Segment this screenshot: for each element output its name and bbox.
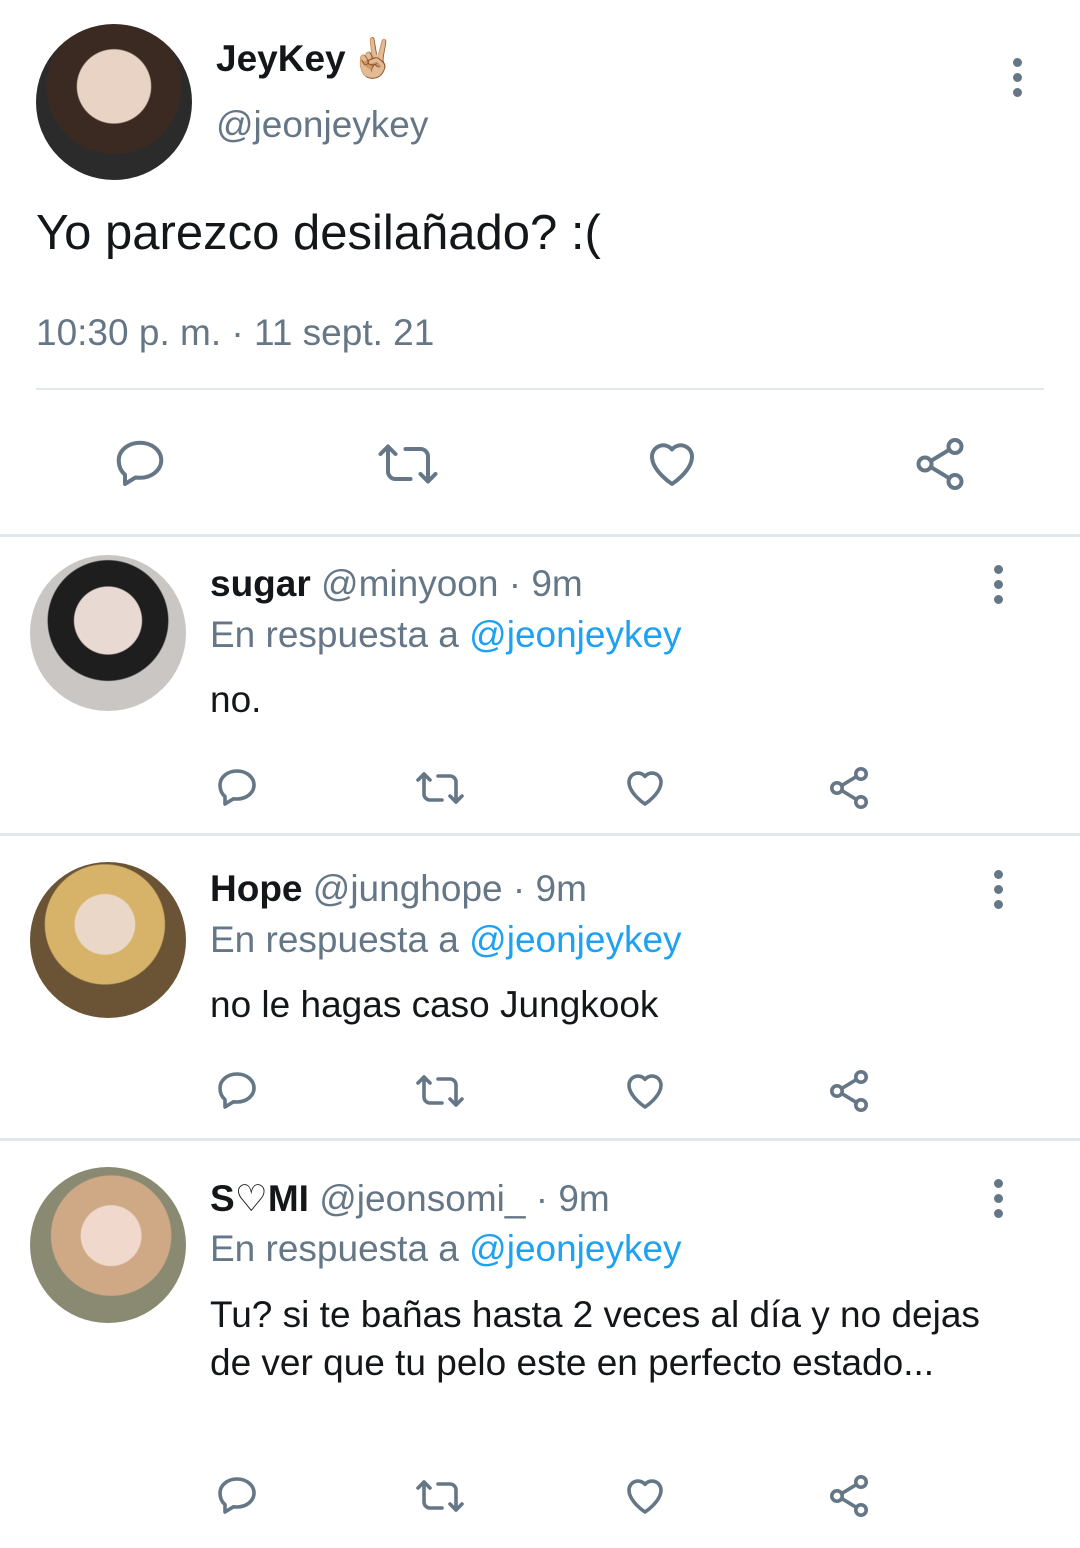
reply-tweet[interactable]: Hope @junghope · 9m En respuesta a @jeon… <box>0 836 1080 1138</box>
retweet-icon[interactable] <box>412 1066 468 1116</box>
in-reply-to: En respuesta a @jeonjeykey <box>210 919 682 961</box>
avatar[interactable] <box>36 24 192 180</box>
author-name[interactable]: JeyKey <box>216 38 346 80</box>
reply-time: · 9m <box>512 868 587 909</box>
reply-time: · 9m <box>535 1178 610 1219</box>
share-icon[interactable] <box>824 1471 874 1521</box>
reply-author-handle[interactable]: @junghope <box>313 868 503 909</box>
reply-text: no le hagas caso Jungkook <box>210 984 659 1025</box>
more-options-icon[interactable] <box>992 870 1004 909</box>
reply-header: S♡MI @jeonsomi_ · 9m <box>210 1177 610 1220</box>
share-icon[interactable] <box>824 763 874 813</box>
in-reply-label: En respuesta a <box>210 919 459 960</box>
reply-author-name[interactable]: sugar <box>210 563 311 604</box>
mention-link[interactable]: @jeonjeykey <box>469 919 681 960</box>
avatar[interactable] <box>30 555 186 711</box>
like-icon[interactable] <box>620 1471 670 1521</box>
reply-author-name[interactable]: Hope <box>210 868 303 909</box>
avatar[interactable] <box>30 862 186 1018</box>
main-tweet: JeyKey ✌🏼 @jeonjeykey Yo parezco desilañ… <box>0 0 1080 530</box>
reply-icon[interactable] <box>212 763 262 813</box>
retweet-icon[interactable] <box>372 432 444 496</box>
tweet-timestamp[interactable]: 10:30 p. m. · 11 sept. 21 <box>36 312 434 354</box>
more-options-icon[interactable] <box>1011 58 1023 97</box>
in-reply-to: En respuesta a @jeonjeykey <box>210 1228 682 1270</box>
author-row: JeyKey ✌🏼 <box>216 38 397 80</box>
reply-header: sugar @minyoon · 9m <box>210 563 583 605</box>
reply-header: Hope @junghope · 9m <box>210 868 587 910</box>
peace-sign-emoji: ✌🏼 <box>349 38 397 80</box>
in-reply-to: En respuesta a @jeonjeykey <box>210 614 682 656</box>
reply-author-handle[interactable]: @jeonsomi_ <box>319 1178 525 1219</box>
reply-time: · 9m <box>508 563 583 604</box>
reply-text: no. <box>210 679 262 720</box>
reply-author-handle[interactable]: @minyoon <box>321 563 498 604</box>
reply-tweet[interactable]: sugar @minyoon · 9m En respuesta a @jeon… <box>0 537 1080 833</box>
share-icon[interactable] <box>908 432 972 496</box>
like-icon[interactable] <box>620 1066 670 1116</box>
reply-tweet[interactable]: S♡MI @jeonsomi_ · 9m En respuesta a @jeo… <box>0 1141 1080 1548</box>
mention-link[interactable]: @jeonjeykey <box>469 614 681 655</box>
in-reply-label: En respuesta a <box>210 1228 459 1269</box>
avatar[interactable] <box>30 1167 186 1323</box>
like-icon[interactable] <box>640 432 704 496</box>
like-icon[interactable] <box>620 763 670 813</box>
more-options-icon[interactable] <box>992 1179 1004 1218</box>
reply-icon[interactable] <box>108 432 172 496</box>
mention-link[interactable]: @jeonjeykey <box>469 1228 681 1269</box>
tweet-text: Yo parezco desilañado? :( <box>36 206 601 260</box>
in-reply-label: En respuesta a <box>210 614 459 655</box>
retweet-icon[interactable] <box>412 763 468 813</box>
reply-text: Tu? si te bañas hasta 2 veces al día y n… <box>210 1294 980 1383</box>
divider <box>36 388 1044 390</box>
reply-icon[interactable] <box>212 1066 262 1116</box>
share-icon[interactable] <box>824 1066 874 1116</box>
author-handle[interactable]: @jeonjeykey <box>216 104 428 146</box>
more-options-icon[interactable] <box>992 565 1004 604</box>
reply-icon[interactable] <box>212 1471 262 1521</box>
reply-author-name[interactable]: S♡MI <box>210 1178 309 1219</box>
retweet-icon[interactable] <box>412 1471 468 1521</box>
